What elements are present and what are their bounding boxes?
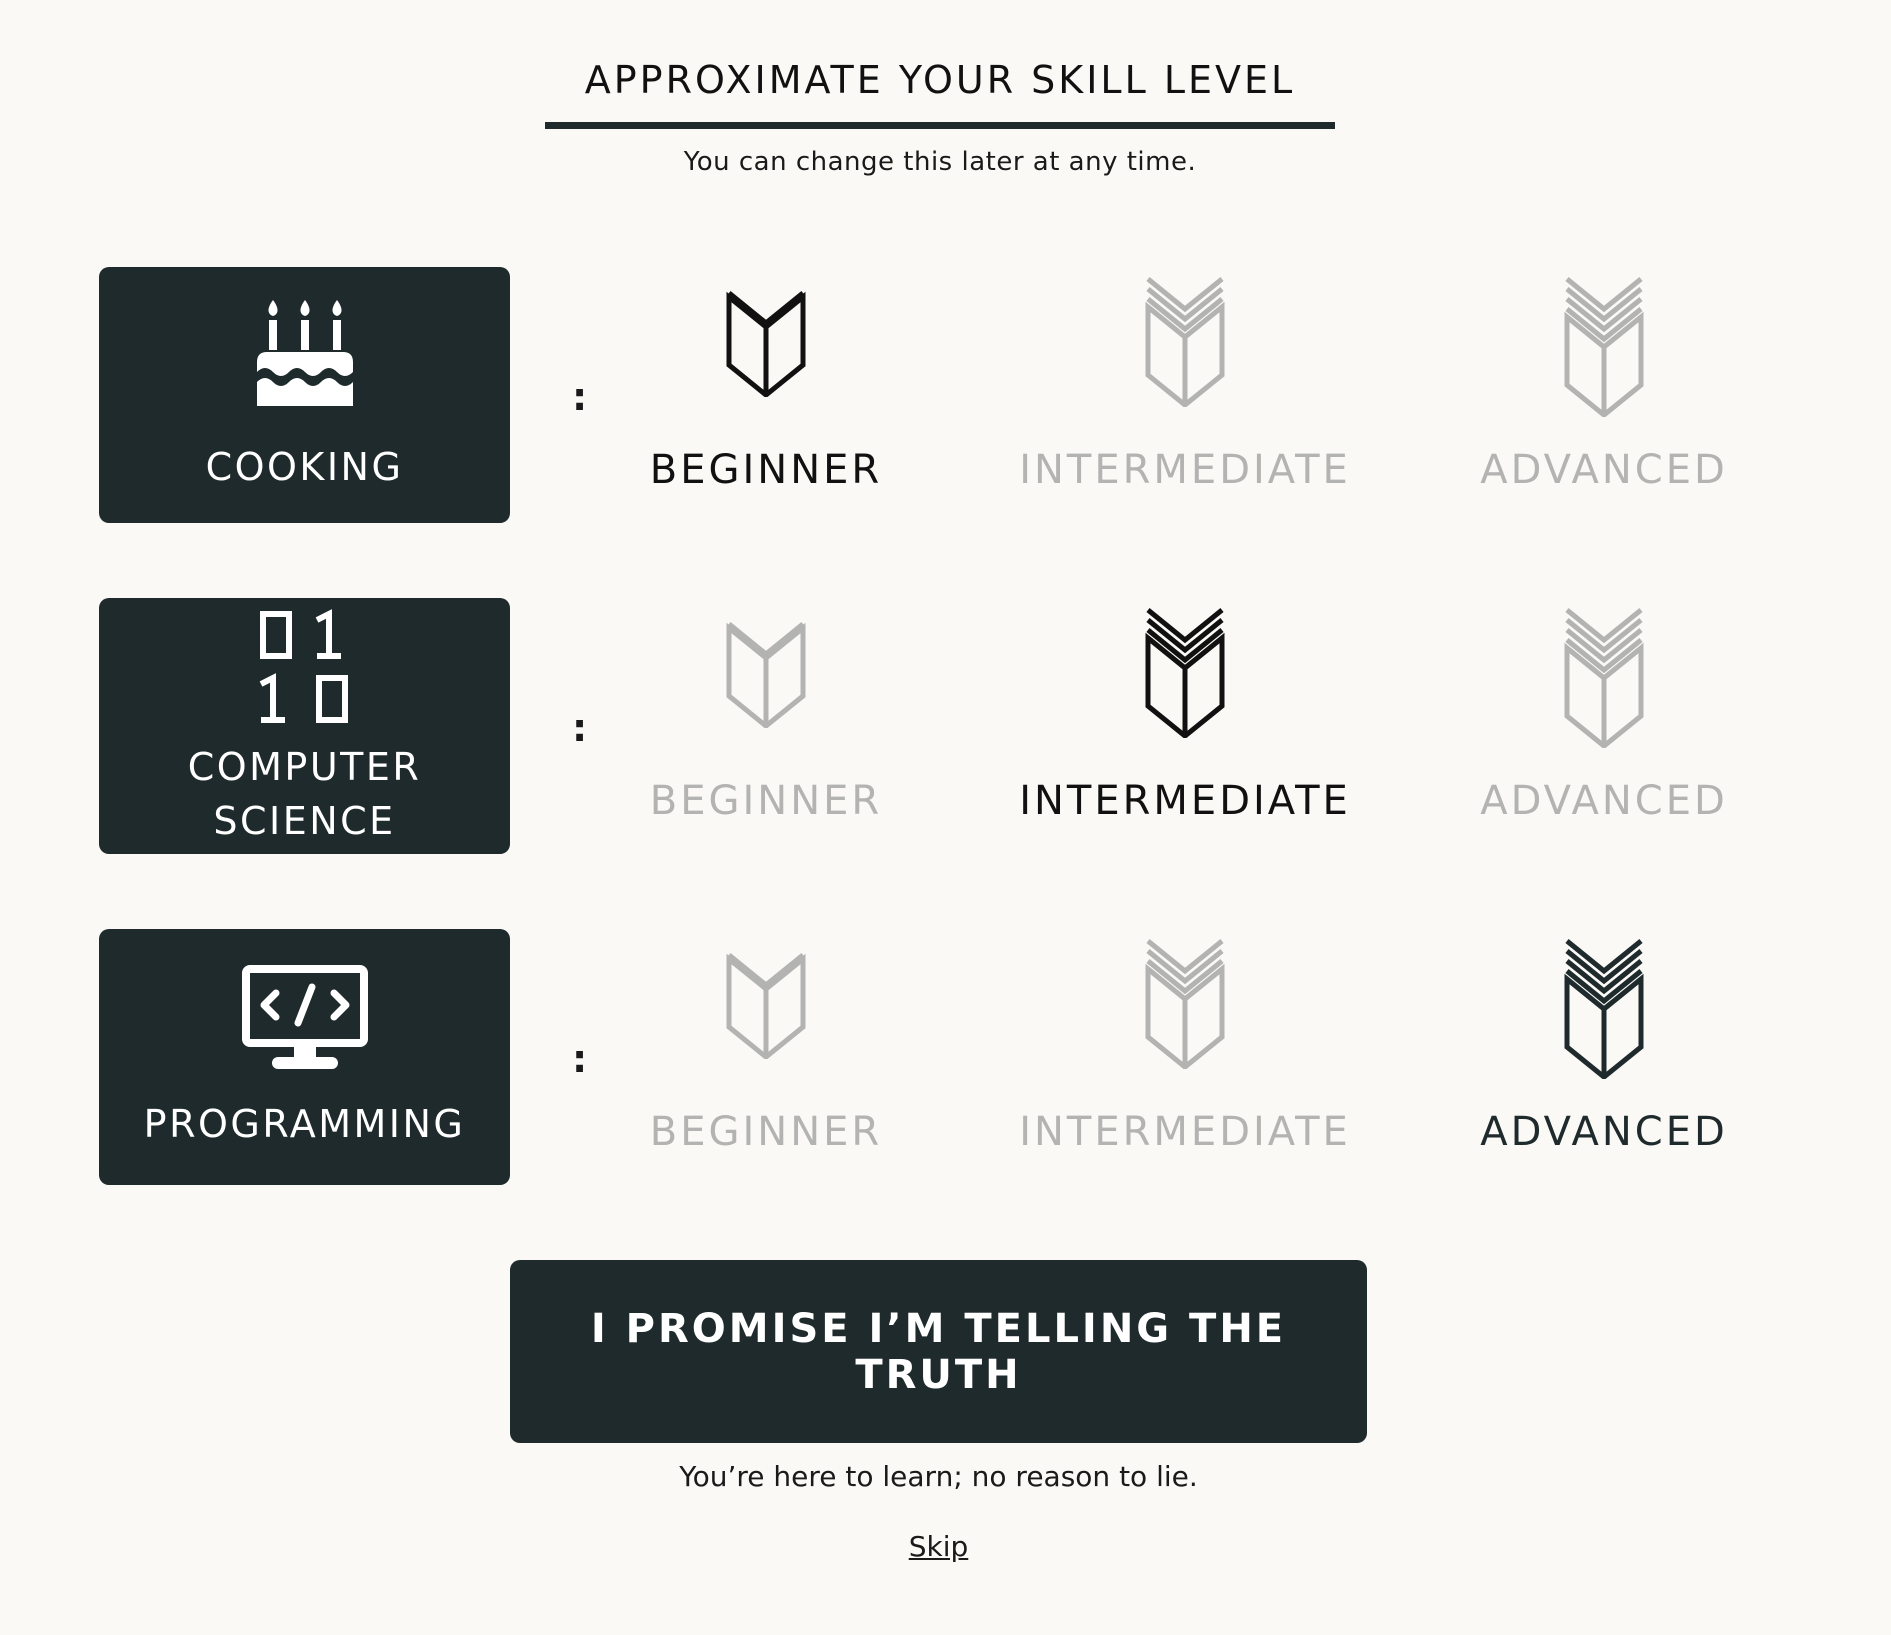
- category-label-line2: SCIENCE: [213, 799, 396, 843]
- book-beginner-icon: [726, 291, 806, 397]
- book-intermediate-icon: [1145, 277, 1225, 407]
- book-advanced-icon: [1564, 939, 1644, 1079]
- level-option-advanced[interactable]: ADVANCED: [1394, 267, 1814, 523]
- category-label-line1: COMPUTER: [187, 745, 422, 789]
- page-title: APPROXIMATE YOUR SKILL LEVEL: [544, 58, 1336, 129]
- category-card-cooking[interactable]: COOKING: [99, 267, 510, 523]
- skip-link[interactable]: Skip: [909, 1530, 969, 1563]
- category-label: COMPUTER SCIENCE: [188, 740, 422, 848]
- book-advanced-icon: [1564, 277, 1644, 417]
- book-intermediate-icon: [1145, 608, 1225, 738]
- level-label: ADVANCED: [1480, 447, 1728, 493]
- book-intermediate-icon: [1145, 939, 1225, 1069]
- book-advanced-icon: [1564, 608, 1644, 748]
- category-card-programming[interactable]: PROGRAMMING: [99, 929, 510, 1185]
- birthday-cake-icon: [255, 296, 355, 412]
- category-label: PROGRAMMING: [143, 1102, 466, 1146]
- skill-level-page: APPROXIMATE YOUR SKILL LEVEL You can cha…: [0, 0, 1891, 1635]
- page-subtitle: You can change this later at any time.: [683, 147, 1197, 177]
- level-label: BEGINNER: [649, 1109, 883, 1155]
- book-beginner-icon: [726, 953, 806, 1059]
- book-beginner-icon: [726, 622, 806, 728]
- level-label: ADVANCED: [1480, 778, 1728, 824]
- category-card-computer-science[interactable]: COMPUTER SCIENCE: [99, 598, 510, 854]
- code-monitor-icon: [240, 963, 370, 1079]
- level-option-advanced[interactable]: ADVANCED: [1394, 929, 1814, 1185]
- level-option-advanced[interactable]: ADVANCED: [1394, 598, 1814, 854]
- cta-note: You’re here to learn; no reason to lie.: [679, 1460, 1198, 1493]
- level-option-beginner[interactable]: BEGINNER: [556, 929, 976, 1185]
- level-label: INTERMEDIATE: [1019, 1109, 1351, 1155]
- skill-row-computer-science: COMPUTER SCIENCE : BEGINNER INTERMEDIATE: [0, 598, 1891, 854]
- level-label: INTERMEDIATE: [1019, 778, 1351, 824]
- skill-row-cooking: COOKING : BEGINNER INTERMEDIATE ADVANCED: [0, 267, 1891, 523]
- level-option-intermediate[interactable]: INTERMEDIATE: [975, 598, 1395, 854]
- level-label: ADVANCED: [1480, 1109, 1728, 1155]
- skill-row-programming: PROGRAMMING : BEGINNER INTERMEDIATE ADVA…: [0, 929, 1891, 1185]
- confirm-truth-button[interactable]: I PROMISE I’M TELLING THE TRUTH: [510, 1260, 1367, 1443]
- category-label: COOKING: [205, 445, 404, 489]
- level-label: INTERMEDIATE: [1019, 447, 1351, 493]
- level-option-beginner[interactable]: BEGINNER: [556, 267, 976, 523]
- level-option-intermediate[interactable]: INTERMEDIATE: [975, 929, 1395, 1185]
- header: APPROXIMATE YOUR SKILL LEVEL You can cha…: [0, 58, 1880, 177]
- level-label: BEGINNER: [649, 778, 883, 824]
- binary-digits-icon: [255, 604, 355, 738]
- level-option-beginner[interactable]: BEGINNER: [556, 598, 976, 854]
- skip-container: Skip: [0, 1530, 1877, 1563]
- level-label: BEGINNER: [649, 447, 883, 493]
- level-option-intermediate[interactable]: INTERMEDIATE: [975, 267, 1395, 523]
